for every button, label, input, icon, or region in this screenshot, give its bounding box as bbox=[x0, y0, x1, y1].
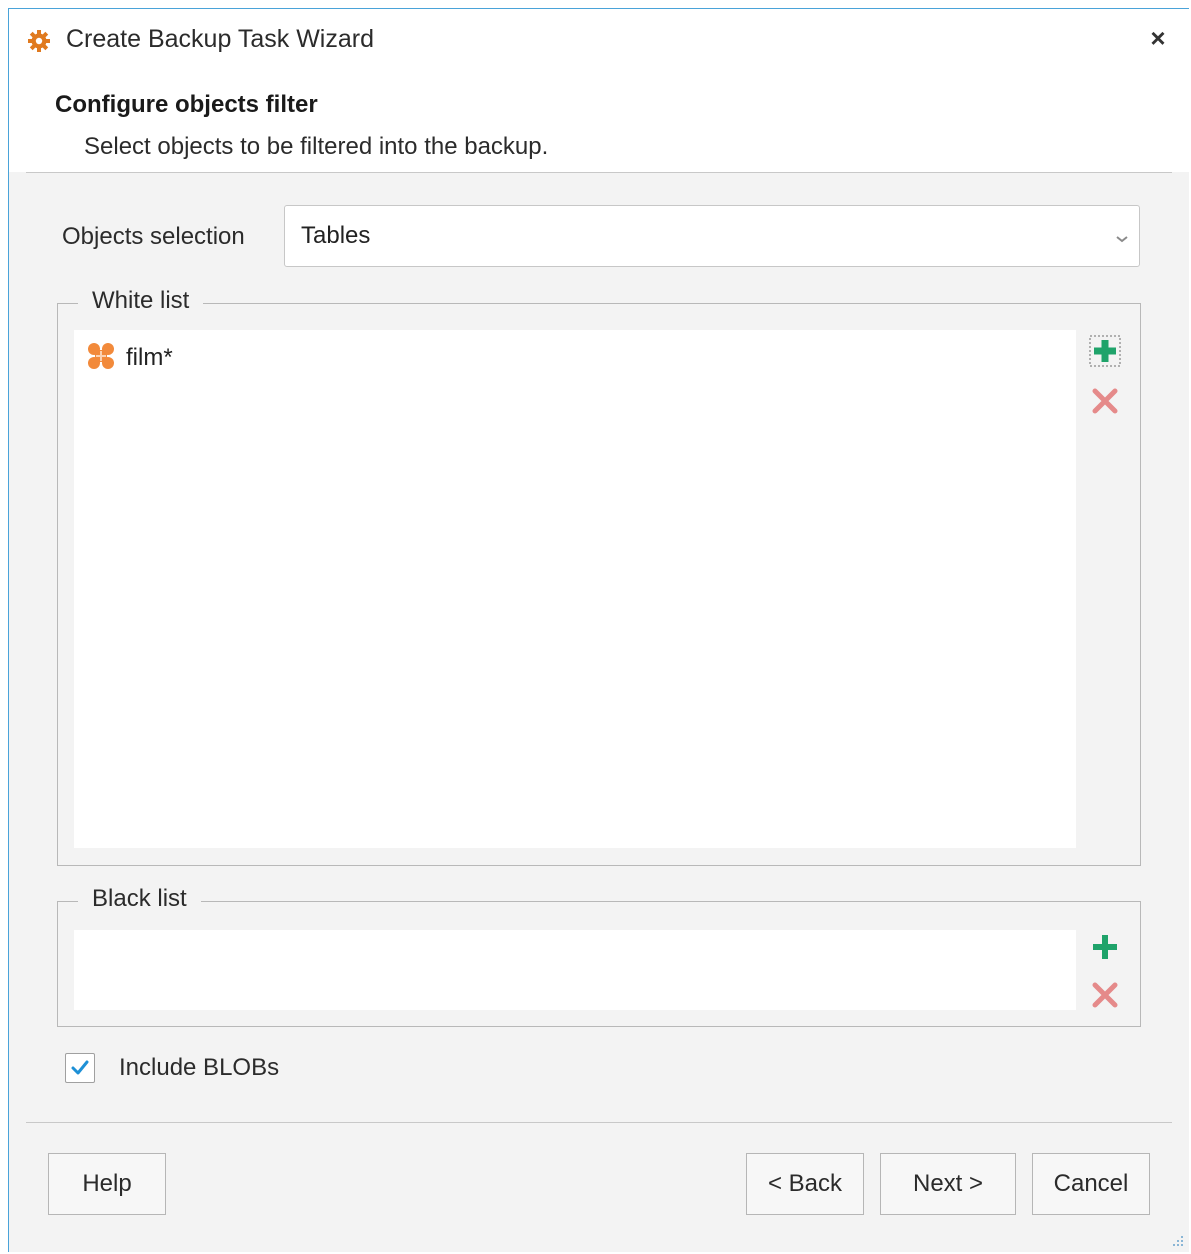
help-button[interactable]: Help bbox=[48, 1153, 166, 1215]
page-subtitle: Select objects to be filtered into the b… bbox=[84, 133, 549, 160]
black-list-add-button[interactable] bbox=[1088, 930, 1122, 964]
page-title: Configure objects filter bbox=[55, 91, 318, 118]
include-blobs-check-box[interactable] bbox=[65, 1053, 95, 1083]
close-button[interactable]: × bbox=[1145, 23, 1171, 53]
wizard-window: Create Backup Task Wizard × Configure ob… bbox=[8, 8, 1189, 1252]
objects-selection-value: Tables bbox=[301, 222, 371, 249]
remove-x-icon bbox=[1092, 388, 1118, 414]
list-item[interactable]: film* bbox=[86, 342, 173, 374]
back-button[interactable]: < Back bbox=[746, 1153, 864, 1215]
black-list-legend: Black list bbox=[78, 885, 201, 913]
checkmark-icon bbox=[71, 1060, 89, 1075]
next-button[interactable]: Next > bbox=[880, 1153, 1016, 1215]
header-divider bbox=[26, 172, 1172, 173]
gear-icon bbox=[27, 29, 51, 53]
cancel-button[interactable]: Cancel bbox=[1032, 1153, 1150, 1215]
window-title: Create Backup Task Wizard bbox=[66, 25, 374, 53]
objects-selection-dropdown[interactable]: Tables bbox=[284, 205, 1140, 267]
resize-grip-icon[interactable] bbox=[1171, 1234, 1185, 1248]
white-list-remove-button[interactable] bbox=[1088, 384, 1122, 418]
table-mask-icon bbox=[86, 341, 116, 376]
black-list-remove-button[interactable] bbox=[1088, 978, 1122, 1012]
objects-selection-label: Objects selection bbox=[62, 223, 245, 250]
footer-divider bbox=[26, 1122, 1172, 1123]
wizard-header: Configure objects filter Select objects … bbox=[9, 73, 1189, 172]
plus-icon bbox=[1093, 935, 1117, 959]
black-list-box[interactable] bbox=[74, 930, 1076, 1010]
list-item-label: film* bbox=[126, 344, 173, 371]
white-list-box[interactable]: film* bbox=[74, 330, 1076, 848]
white-list-group: White list film* bbox=[57, 287, 1141, 866]
remove-x-icon bbox=[1092, 982, 1118, 1008]
plus-icon bbox=[1089, 335, 1121, 367]
white-list-add-button[interactable] bbox=[1088, 334, 1122, 368]
chevron-down-icon bbox=[1115, 231, 1129, 243]
title-bar: Create Backup Task Wizard × bbox=[9, 9, 1189, 73]
include-blobs-checkbox[interactable]: Include BLOBs bbox=[65, 1051, 279, 1085]
include-blobs-label: Include BLOBs bbox=[119, 1054, 280, 1081]
black-list-group: Black list bbox=[57, 885, 1141, 1027]
white-list-legend: White list bbox=[78, 287, 204, 315]
